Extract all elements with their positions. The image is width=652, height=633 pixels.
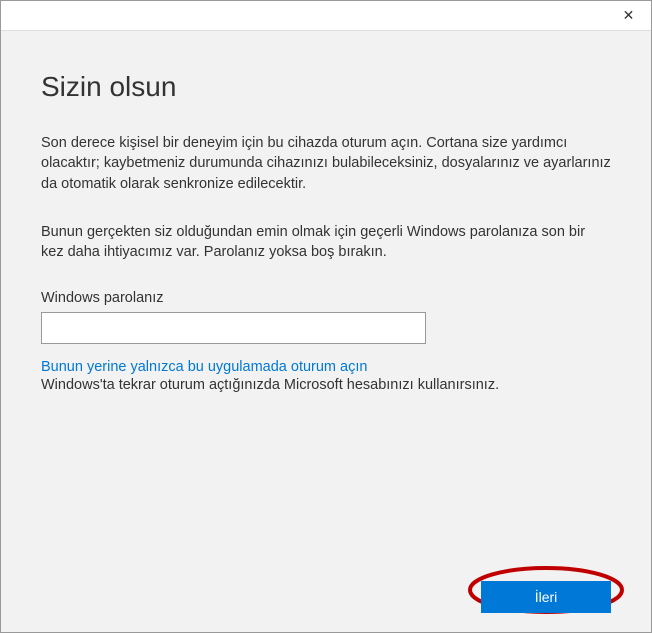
dialog-footer: İleri [1,562,651,632]
account-note: Windows'ta tekrar oturum açtığınızda Mic… [41,377,611,393]
password-input[interactable] [41,312,426,344]
close-button[interactable]: ✕ [606,1,651,31]
page-title: Sizin olsun [41,71,611,103]
next-button[interactable]: İleri [481,581,611,613]
titlebar: ✕ [1,1,651,31]
close-icon: ✕ [623,7,635,24]
password-label: Windows parolanız [41,290,611,306]
sign-in-app-only-link[interactable]: Bunun yerine yalnızca bu uygulamada otur… [41,359,367,375]
intro-paragraph: Son derece kişisel bir deneyim için bu c… [41,133,611,194]
instruction-paragraph: Bunun gerçekten siz olduğundan emin olma… [41,222,611,263]
dialog-window: ✕ Sizin olsun Son derece kişisel bir den… [0,0,652,633]
dialog-content: Sizin olsun Son derece kişisel bir deney… [1,31,651,562]
